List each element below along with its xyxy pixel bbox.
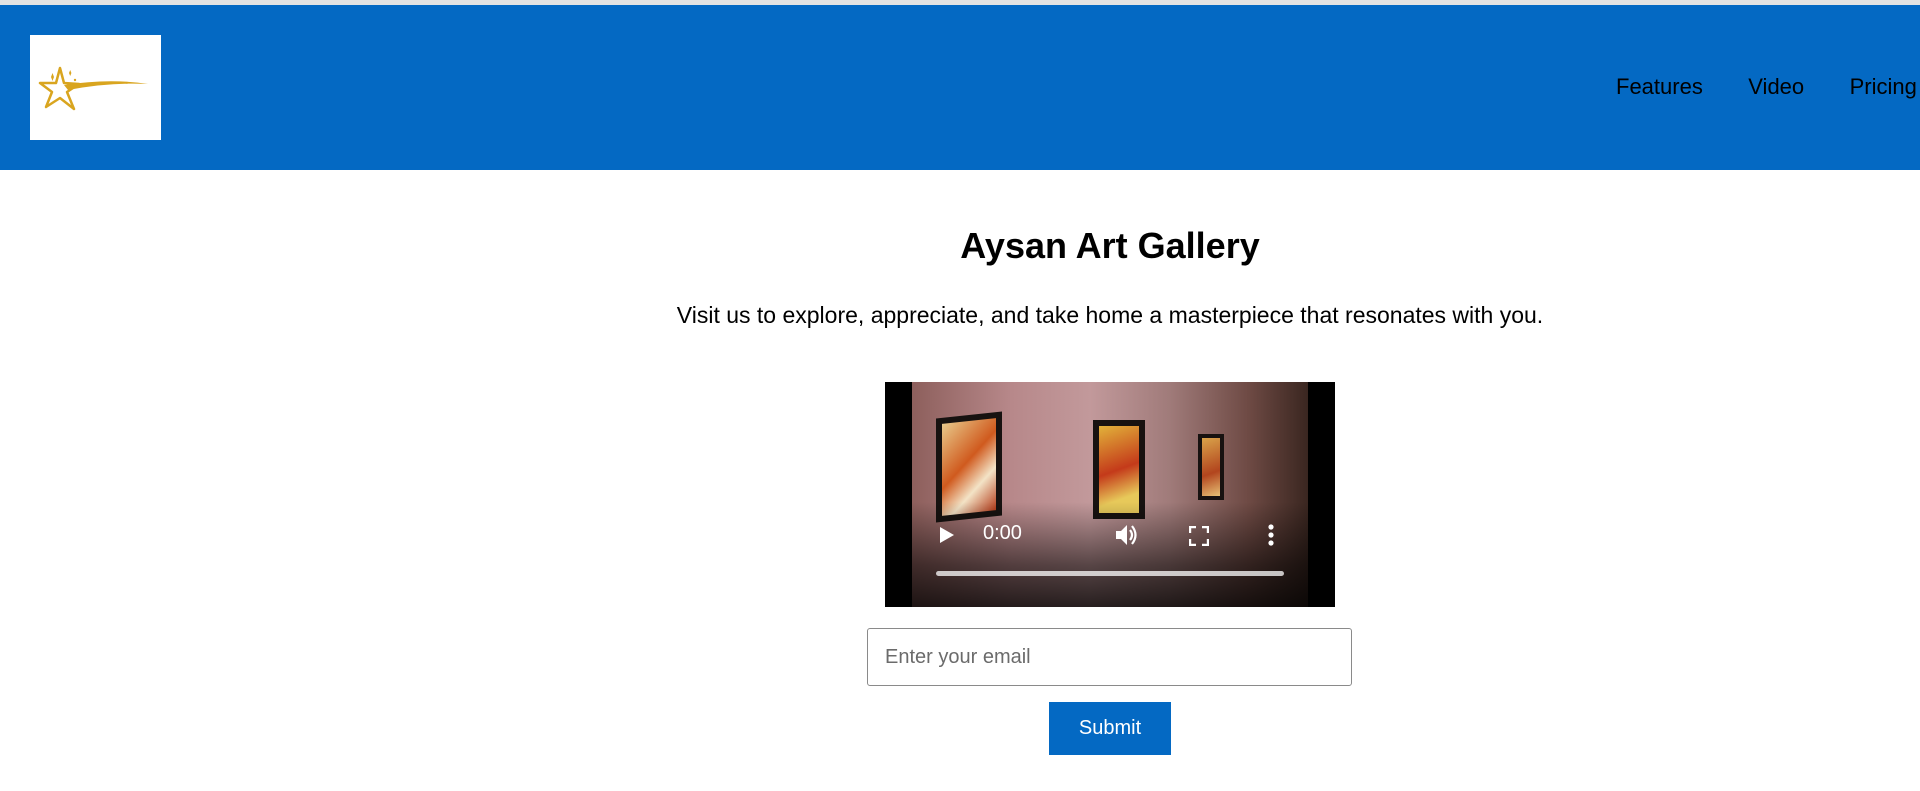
video-player[interactable]: 0:00 [885, 382, 1335, 607]
video-controls-shade [912, 502, 1308, 607]
nav-link-video[interactable]: Video [1748, 74, 1804, 100]
main-nav: Features Video Pricing [1616, 74, 1920, 100]
play-icon[interactable] [939, 526, 955, 549]
page-subtitle: Visit us to explore, appreciate, and tak… [676, 302, 1544, 328]
video-time: 0:00 [983, 522, 1022, 544]
volume-icon[interactable] [1114, 523, 1140, 552]
page-title: Aysan Art Gallery [960, 225, 1260, 266]
logo[interactable] [30, 35, 161, 140]
fullscreen-icon[interactable] [1188, 525, 1210, 551]
nav-link-pricing[interactable]: Pricing [1850, 74, 1917, 100]
site-header: Features Video Pricing [0, 5, 1920, 170]
painting-right [1198, 434, 1224, 500]
video-progress-bar[interactable] [936, 571, 1284, 576]
email-input[interactable] [867, 628, 1352, 686]
nav-link-features[interactable]: Features [1616, 74, 1703, 100]
shooting-star-logo-icon [38, 66, 148, 111]
more-options-icon[interactable] [1268, 524, 1274, 551]
submit-button[interactable]: Submit [1049, 702, 1171, 755]
